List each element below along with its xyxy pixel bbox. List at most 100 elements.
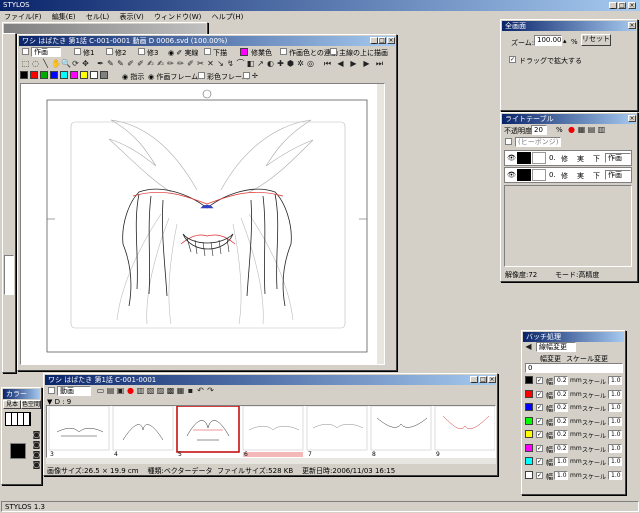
cut-tool-icon[interactable]: ✂ xyxy=(196,59,205,68)
batch-row[interactable]: ✓ 幅 0.2 mm スケール 1.0 xyxy=(524,389,624,401)
timeline-select[interactable]: 動画 xyxy=(57,386,91,396)
light-table-select[interactable]: (ヒーボンジ) xyxy=(515,137,561,147)
batch-scale-input[interactable]: 1.0 xyxy=(608,457,622,466)
brush-tool-icon[interactable]: ✍ xyxy=(146,59,155,68)
color-grid[interactable] xyxy=(5,412,31,426)
curve-tool-icon[interactable]: ⌒ xyxy=(236,59,245,68)
batch-width-input[interactable]: 0.2 xyxy=(554,403,568,412)
opt2-check[interactable] xyxy=(330,48,337,55)
canvas-area[interactable] xyxy=(20,83,385,365)
palette-swatch[interactable] xyxy=(60,71,68,79)
palette-swatch[interactable] xyxy=(90,71,98,79)
cross-tool-icon[interactable]: ✕ xyxy=(206,59,215,68)
batch-width-input[interactable]: 0.2 xyxy=(554,416,568,426)
hand-tool-icon[interactable]: ✋ xyxy=(51,59,61,68)
palette-swatch[interactable] xyxy=(100,71,108,79)
color-icon-3[interactable]: ◙ xyxy=(32,450,41,459)
main-minimize-button[interactable]: _ xyxy=(370,37,378,44)
move-tool-icon[interactable]: ✥ xyxy=(81,59,90,68)
shape-tool-icon[interactable]: ◎ xyxy=(306,59,315,68)
menu-file[interactable]: ファイル(F) xyxy=(4,13,42,21)
batch-row-check[interactable]: ✓ xyxy=(536,417,543,425)
next-frame-icon[interactable]: ▶ xyxy=(362,59,371,68)
arrow-tool-icon[interactable]: ↘ xyxy=(216,59,225,68)
pen2-tool-icon[interactable]: ✎ xyxy=(106,59,115,68)
batch-mode-select[interactable]: 線幅変更 xyxy=(536,342,576,352)
timeline-maximize-button[interactable]: □ xyxy=(479,376,487,383)
batch-scale-input[interactable]: 1.0 xyxy=(608,470,622,480)
batch-row[interactable]: ✓ 幅 1.0 mm スケール 1.0 xyxy=(524,470,624,482)
fill-tool-icon[interactable]: ◧ xyxy=(246,59,255,68)
trace-color-swatch[interactable] xyxy=(240,48,248,56)
batch-prev-icon[interactable]: ◀ xyxy=(524,342,533,351)
layer-up-icon[interactable]: ▦ xyxy=(577,125,586,134)
timeline-save-icon[interactable]: ▦ xyxy=(176,386,185,395)
pen5-tool-icon[interactable]: ✐ xyxy=(136,59,145,68)
wrench-tool-icon[interactable]: ✚ xyxy=(276,59,285,68)
timeline-close-button[interactable]: × xyxy=(488,376,496,383)
zoom-spinner-icon[interactable]: ▴ xyxy=(563,37,567,45)
cross-check[interactable] xyxy=(243,72,250,79)
batch-row[interactable]: ✓ 幅 0.2 mm スケール 1.0 xyxy=(524,402,624,414)
zoom-reset-button[interactable]: リセット xyxy=(581,34,611,46)
batch-width-input[interactable]: 1.0 xyxy=(554,470,568,480)
zoom-tool-icon[interactable]: 🔍 xyxy=(61,59,71,68)
pencil2-tool-icon[interactable]: ✏ xyxy=(176,59,185,68)
current-color-swatch[interactable] xyxy=(10,443,26,459)
palette-swatch[interactable] xyxy=(50,71,58,79)
color-icon-2[interactable]: ◙ xyxy=(32,440,41,449)
main-close-button[interactable]: × xyxy=(387,37,395,44)
line-tool-icon[interactable]: ╲ xyxy=(41,59,50,68)
layer-add-icon[interactable]: ▤ xyxy=(587,125,596,134)
row-mode-select[interactable]: 作画 xyxy=(605,153,631,163)
line-real-option[interactable]: ◉ ✐ 実線 xyxy=(168,48,198,58)
batch-scale-input[interactable]: 1.0 xyxy=(608,443,622,453)
batch-row[interactable]: ✓ 幅 1.0 mm スケール 1.0 xyxy=(524,456,624,468)
batch-row[interactable]: ✓ 幅 0.2 mm スケール 1.0 xyxy=(524,416,624,428)
menu-edit[interactable]: 編集(E) xyxy=(52,13,76,21)
menu-window[interactable]: ウィンドウ(W) xyxy=(154,13,201,21)
indicate-option[interactable]: ◉ 指示 xyxy=(122,72,144,82)
first-frame-icon[interactable]: ⏮ xyxy=(323,59,332,68)
layer-check-1[interactable] xyxy=(74,48,81,55)
layer-delete-icon[interactable]: ▥ xyxy=(597,125,606,134)
timeline-undo-icon[interactable]: ↶ xyxy=(196,386,205,395)
eraser-tool-icon[interactable]: ✐ xyxy=(186,59,195,68)
batch-scale-input[interactable]: 1.0 xyxy=(608,416,622,426)
layer-check-3[interactable] xyxy=(138,48,145,55)
timeline-open-icon[interactable]: ▤ xyxy=(106,386,115,395)
light-table-row[interactable]: 👁 0. 修 実 下 作画 xyxy=(504,150,632,166)
color-frame-check[interactable] xyxy=(198,72,205,79)
timeline-record-icon[interactable]: ● xyxy=(126,386,135,395)
line-under-check[interactable] xyxy=(204,48,211,55)
timeline-hscrollbar[interactable] xyxy=(46,458,496,464)
batch-scale-input[interactable]: 1.0 xyxy=(608,403,622,412)
palette-swatch[interactable] xyxy=(70,71,78,79)
brush2-tool-icon[interactable]: ✍ xyxy=(156,59,165,68)
batch-row-check[interactable]: ✓ xyxy=(536,404,543,411)
batch-row[interactable]: ✓ 幅 0.2 mm スケール 1.0 xyxy=(524,375,624,387)
menu-help[interactable]: ヘルプ(H) xyxy=(212,13,244,21)
batch-first-row[interactable]: 0 xyxy=(525,363,623,373)
lasso-icon[interactable]: ◌ xyxy=(31,59,40,68)
timeline-visible-check[interactable] xyxy=(48,387,55,394)
opacity-input[interactable]: 20 xyxy=(531,125,547,135)
layer-visible-check[interactable] xyxy=(22,48,29,55)
palette-swatch[interactable] xyxy=(40,71,48,79)
bucket-tool-icon[interactable]: ⬢ xyxy=(286,59,295,68)
record-icon[interactable]: ● xyxy=(567,125,576,134)
timeline-redo-icon[interactable]: ↷ xyxy=(206,386,215,395)
timeline-new-icon[interactable]: ▭ xyxy=(96,386,105,395)
batch-row-check[interactable]: ✓ xyxy=(536,377,543,384)
select-rect-icon[interactable]: ⬚ xyxy=(21,59,30,68)
light-table-close-button[interactable]: × xyxy=(628,115,636,122)
palette-swatch[interactable] xyxy=(30,71,38,79)
batch-width-input[interactable]: 0.2 xyxy=(554,376,568,385)
batch-row[interactable]: ✓ 幅 0.2 mm スケール 1.0 xyxy=(524,443,624,455)
timeline-minimize-button[interactable]: _ xyxy=(470,376,478,383)
pen3-tool-icon[interactable]: ✎ xyxy=(116,59,125,68)
main-maximize-button[interactable]: □ xyxy=(378,37,386,44)
play-icon[interactable]: ▶ xyxy=(349,59,358,68)
menu-cell[interactable]: セル(L) xyxy=(86,13,109,21)
timeline-print-icon[interactable]: ▪ xyxy=(186,386,195,395)
